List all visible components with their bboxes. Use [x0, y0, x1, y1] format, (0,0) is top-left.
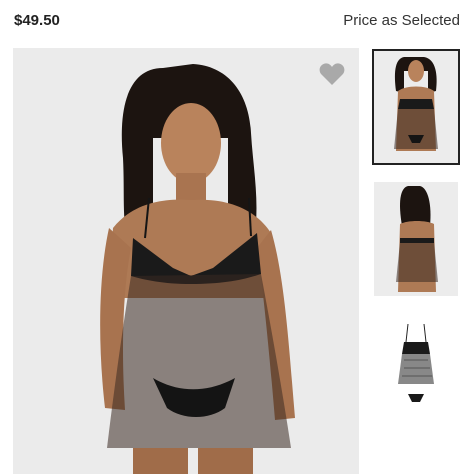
model-front-photo	[13, 48, 359, 474]
product-page: $49.50 Price as Selected	[0, 0, 474, 474]
product-flat-thumbnail	[374, 312, 458, 424]
price-note: Price as Selected	[343, 12, 460, 29]
model-front-thumbnail	[374, 51, 458, 163]
thumbnail-front[interactable]	[372, 49, 460, 165]
main-product-image[interactable]	[13, 48, 359, 474]
heart-icon[interactable]	[319, 62, 345, 86]
thumbnail-back[interactable]	[374, 182, 458, 296]
product-price: $49.50	[14, 12, 60, 29]
model-back-thumbnail	[374, 182, 458, 296]
thumbnail-product[interactable]	[374, 312, 458, 424]
